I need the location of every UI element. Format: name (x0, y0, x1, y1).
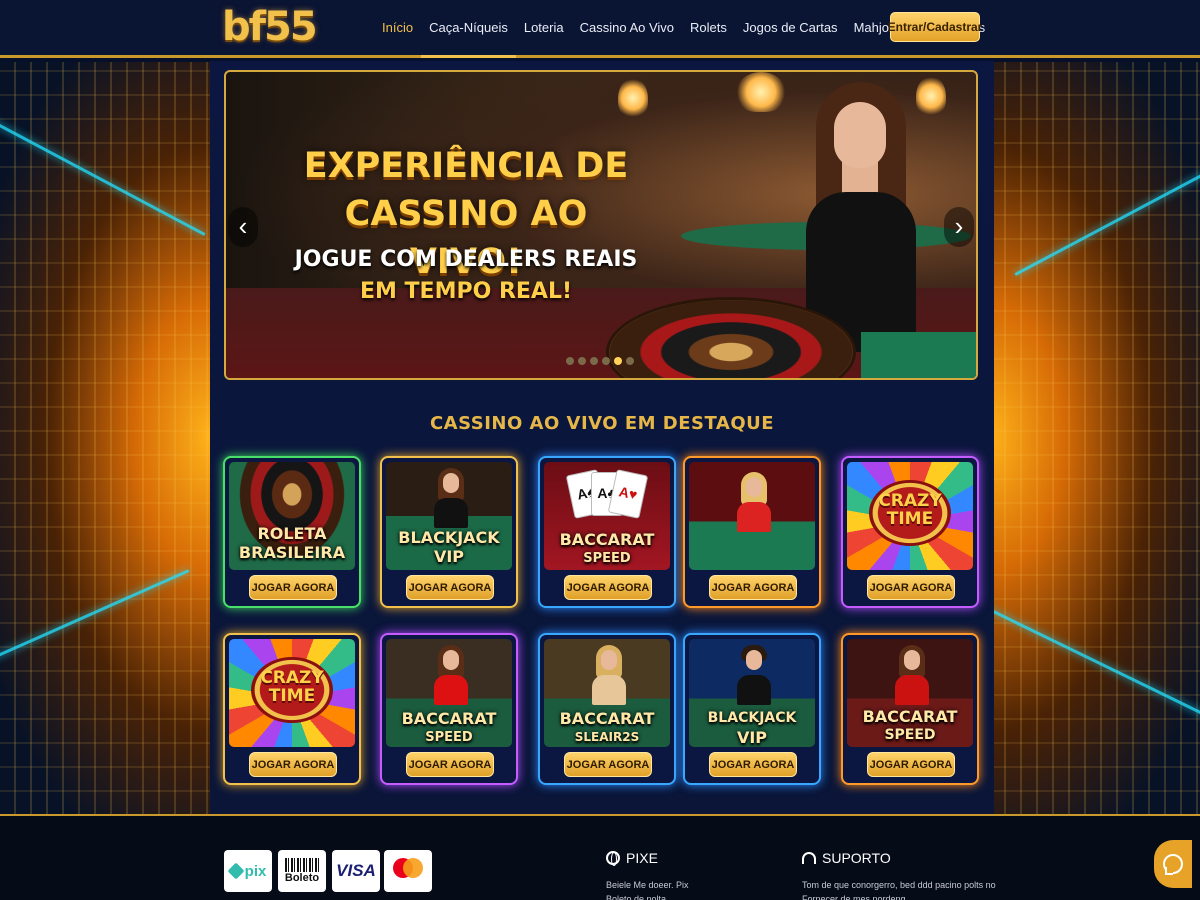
play-now-button[interactable]: JOGAR AGORA (564, 575, 652, 600)
carousel-dot[interactable] (590, 357, 598, 365)
footer-payment-column: PIXE Beiele Me doeer. Pix Boleto de nolt… (606, 850, 689, 900)
game-card-baccarat-speed[interactable]: BACCARAT SPEED JOGAR AGORA (841, 633, 979, 785)
game-card-blackjack-vip[interactable]: BLACKJACK VIP JOGAR AGORA (683, 633, 821, 785)
carousel-prev-icon[interactable]: ‹ (228, 207, 258, 247)
login-register-button[interactable]: Entrar/Cadastrar (888, 12, 982, 42)
light-streak (0, 569, 190, 678)
footer-pix-line: Boleto de nolta (606, 894, 667, 900)
light-streak (990, 605, 1200, 722)
dealer-figure (737, 472, 771, 532)
pix-logo: pix (224, 850, 272, 892)
footer-support-column: SUPORTO Tom de que conorgerro, bed ddd p… (802, 850, 996, 900)
light-streak (0, 111, 206, 236)
pix-icon (227, 862, 245, 880)
play-now-button[interactable]: JOGAR AGORA (406, 575, 494, 600)
game-card-crazy-time[interactable]: CRAZY TIME JOGAR AGORA (841, 456, 979, 608)
nav-item-caca-niqueis[interactable]: Caça-Níqueis (421, 0, 516, 58)
nav-item-jogos-de-cartas[interactable]: Jogos de Cartas (735, 0, 846, 58)
dealer-figure (434, 645, 468, 705)
footer-support-title: SUPORTO (822, 850, 891, 866)
top-header: bf55 Início Caça-Níqueis Loteria Cassino… (0, 0, 1200, 58)
mastercard-logo (384, 850, 432, 892)
game-card-live-table[interactable]: JOGAR AGORA (683, 456, 821, 608)
carousel-dots (566, 357, 634, 365)
footer-pix-title: PIXE (626, 850, 658, 866)
play-now-button[interactable]: JOGAR AGORA (249, 752, 337, 777)
chandelier (618, 78, 648, 118)
barcode-icon (285, 858, 319, 872)
game-thumbnail: CRAZY TIME (847, 462, 973, 570)
game-thumbnail: A♠ A♣ A♥ BACCARAT SPEED (544, 462, 670, 570)
game-thumbnail: CRAZY TIME (229, 639, 355, 747)
game-thumbnail: ROLETA BRASILEIRA (229, 462, 355, 570)
dealer-figure (895, 645, 929, 705)
game-thumbnail: BACCARAT SPEED (847, 639, 973, 747)
play-now-button[interactable]: JOGAR AGORA (867, 752, 955, 777)
light-streak (1014, 151, 1200, 276)
carousel-dot[interactable] (566, 357, 574, 365)
play-now-button[interactable]: JOGAR AGORA (709, 575, 797, 600)
game-thumbnail: BACCARAT SLEAIR2S (544, 639, 670, 747)
nav-item-loteria[interactable]: Loteria (516, 0, 572, 58)
game-card-baccarat-speed[interactable]: BACCARAT SPEED JOGAR AGORA (380, 633, 518, 785)
main-content: EXPERIÊNCIA DE CASSINO AO VIVO! JOGUE CO… (210, 61, 994, 814)
game-thumbnail: BLACKJACK VIP (386, 462, 512, 570)
chat-bubble-icon (1163, 854, 1183, 875)
left-decorative-panel (0, 62, 210, 814)
visa-logo: VISA (332, 850, 380, 892)
play-now-button[interactable]: JOGAR AGORA (406, 752, 494, 777)
game-card-baccarat-speed[interactable]: A♠ A♣ A♥ BACCARAT SPEED JOGAR AGORA (538, 456, 676, 608)
game-card-roleta-brasileira[interactable]: ROLETA BRASILEIRA JOGAR AGORA (223, 456, 361, 608)
carousel-dot[interactable] (626, 357, 634, 365)
game-card-blackjack-vip[interactable]: BLACKJACK VIP JOGAR AGORA (380, 456, 518, 608)
dealer-figure (592, 645, 626, 705)
right-decorative-panel (990, 62, 1200, 814)
play-now-button[interactable]: JOGAR AGORA (709, 752, 797, 777)
nav-item-cassino-ao-vivo[interactable]: Cassino Ao Vivo (572, 0, 682, 58)
footer-pix-line: Beiele Me doeer. Pix (606, 880, 689, 890)
play-now-button[interactable]: JOGAR AGORA (249, 575, 337, 600)
footer-support-line: Tom de que conorgerro, bed ddd pacino po… (802, 880, 996, 890)
play-now-button[interactable]: JOGAR AGORA (564, 752, 652, 777)
carousel-dot[interactable] (602, 357, 610, 365)
nav-item-inicio[interactable]: Início (374, 0, 421, 58)
game-card-crazy-time[interactable]: CRAZY TIME JOGAR AGORA (223, 633, 361, 785)
hero-banner[interactable]: EXPERIÊNCIA DE CASSINO AO VIVO! JOGUE CO… (224, 70, 978, 380)
headset-icon (802, 852, 816, 864)
live-chat-button[interactable] (1154, 840, 1192, 888)
play-now-button[interactable]: JOGAR AGORA (867, 575, 955, 600)
footer-support-line: Fornecer de mes nordeng (802, 894, 906, 900)
table-felt (861, 332, 976, 378)
carousel-dot-active[interactable] (614, 357, 622, 365)
game-thumbnail: BACCARAT SPEED (386, 639, 512, 747)
nav-item-rolets[interactable]: Rolets (682, 0, 735, 58)
globe-icon (606, 851, 620, 866)
section-title: CASSINO AO VIVO EM DESTAQUE (429, 413, 775, 434)
game-thumbnail: BLACKJACK VIP (689, 639, 815, 747)
chandelier (736, 72, 786, 112)
boleto-logo: Boleto (278, 850, 326, 892)
footer: pix Boleto VISA PIXE Beiele Me doeer. Pi… (0, 814, 1200, 900)
game-card-baccarat-sleairs[interactable]: BACCARAT SLEAIR2S JOGAR AGORA (538, 633, 676, 785)
dealer-figure (434, 468, 468, 528)
brand-logo[interactable]: bf55 (222, 4, 318, 50)
hero-subheadline: JOGUE COM DEALERS REAIS EM TEMPO REAL! (294, 247, 638, 304)
dealer-figure (737, 645, 771, 705)
carousel-next-icon[interactable]: › (944, 207, 974, 247)
game-thumbnail (689, 462, 815, 570)
carousel-dot[interactable] (578, 357, 586, 365)
